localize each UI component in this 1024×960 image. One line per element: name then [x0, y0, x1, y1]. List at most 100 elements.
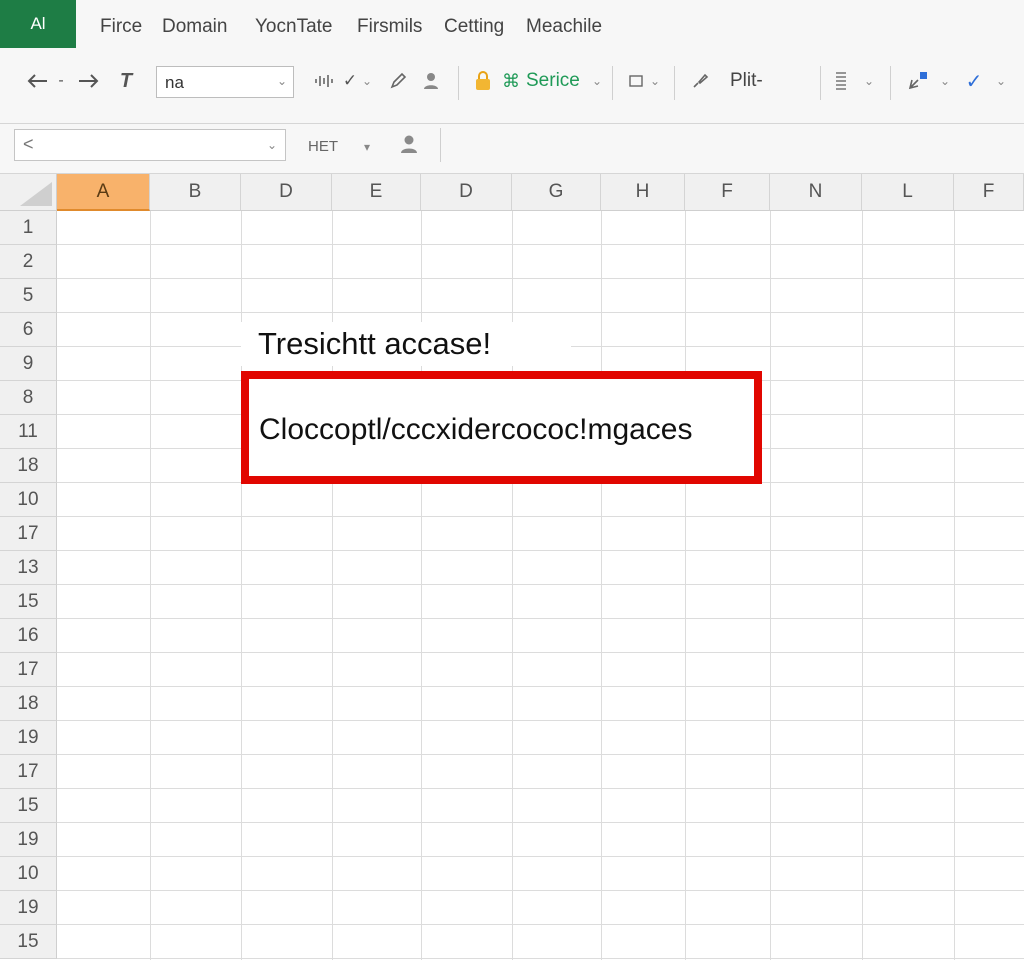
- grid-row-line: [57, 856, 1024, 857]
- grid-row-line: [57, 686, 1024, 687]
- row-header[interactable]: 15: [0, 925, 57, 959]
- row-header[interactable]: 13: [0, 551, 57, 585]
- function-label[interactable]: HET: [308, 138, 338, 155]
- row-header[interactable]: 5: [0, 279, 57, 313]
- filter-icon[interactable]: [830, 68, 852, 94]
- plit-dropdown-label[interactable]: Plit-: [730, 70, 763, 92]
- share-link-icon[interactable]: [904, 68, 932, 94]
- column-header[interactable]: A: [57, 174, 150, 211]
- chevron-down-icon[interactable]: ⌄: [590, 68, 604, 94]
- grid-row-line: [57, 312, 1024, 313]
- row-header[interactable]: 17: [0, 755, 57, 789]
- column-header[interactable]: D: [241, 174, 332, 211]
- app-logo[interactable]: Al: [0, 0, 76, 48]
- waveform-icon[interactable]: [312, 68, 338, 94]
- select-all-corner[interactable]: [0, 174, 57, 211]
- row-header[interactable]: 10: [0, 857, 57, 891]
- row-header[interactable]: 18: [0, 449, 57, 483]
- grid-row-line: [57, 788, 1024, 789]
- menu-item-firsmils[interactable]: Firsmils: [357, 16, 422, 38]
- checkmark-icon[interactable]: ✓: [962, 68, 986, 94]
- column-header[interactable]: H: [601, 174, 685, 211]
- column-header[interactable]: D: [421, 174, 512, 211]
- name-box[interactable]: < ⌄: [14, 129, 286, 161]
- grid-row-line: [57, 720, 1024, 721]
- chevron-down-icon[interactable]: ▾: [364, 140, 370, 154]
- grid-row-line: [57, 618, 1024, 619]
- brush-icon[interactable]: [688, 68, 712, 94]
- user-icon[interactable]: [420, 68, 442, 94]
- row-header[interactable]: 19: [0, 721, 57, 755]
- menu-item-firce[interactable]: Firce: [100, 16, 142, 38]
- row-header[interactable]: 1: [0, 211, 57, 245]
- column-header[interactable]: N: [770, 174, 862, 211]
- app-logo-label: Al: [30, 14, 46, 33]
- row-header[interactable]: 8: [0, 381, 57, 415]
- check-icon[interactable]: ✓: [340, 68, 360, 94]
- grid-column-line: [601, 211, 602, 960]
- grid-row-line: [57, 754, 1024, 755]
- cell-style-icon[interactable]: ⌘: [500, 68, 522, 94]
- chevron-down-icon[interactable]: ⌄: [648, 68, 662, 94]
- row-header[interactable]: 15: [0, 585, 57, 619]
- chevron-down-icon[interactable]: ⌄: [360, 68, 374, 94]
- grid-row-line: [57, 652, 1024, 653]
- row-header[interactable]: 2: [0, 245, 57, 279]
- grid-row-line: [57, 584, 1024, 585]
- menu-bar: Al Firce Domain YocnTate Firsmils Cettin…: [0, 0, 1024, 56]
- column-header[interactable]: F: [685, 174, 770, 211]
- grid-row-line: [57, 516, 1024, 517]
- grid-row-line: [57, 244, 1024, 245]
- grid-column-line: [862, 211, 863, 960]
- row-header[interactable]: 17: [0, 653, 57, 687]
- chevron-down-icon[interactable]: ⌄: [862, 68, 876, 94]
- grid-row-line: [57, 958, 1024, 959]
- menu-item-domain[interactable]: Domain: [162, 16, 227, 38]
- row-header[interactable]: 15: [0, 789, 57, 823]
- font-select[interactable]: na ⌄: [156, 66, 294, 98]
- column-header[interactable]: G: [512, 174, 601, 211]
- menu-item-yocntate[interactable]: YocnTate: [255, 16, 332, 38]
- back-arrow-icon[interactable]: [22, 68, 52, 94]
- name-box-value: <: [23, 134, 34, 154]
- menu-item-meachile[interactable]: Meachile: [526, 16, 602, 38]
- pen-icon[interactable]: [386, 68, 410, 94]
- chevron-down-icon: ⌄: [266, 138, 277, 152]
- grid-row-line: [57, 822, 1024, 823]
- column-header[interactable]: F: [954, 174, 1024, 211]
- row-header[interactable]: 19: [0, 891, 57, 925]
- row-header[interactable]: 6: [0, 313, 57, 347]
- grid-row-line: [57, 550, 1024, 551]
- row-header[interactable]: 11: [0, 415, 57, 449]
- row-header[interactable]: 10: [0, 483, 57, 517]
- user-icon[interactable]: [400, 134, 418, 159]
- highlighted-callout-box: Cloccoptl/cccxidercococ!mgaces: [241, 371, 762, 484]
- spreadsheet-grid[interactable]: A B D E D G H F N L F 1 2 5 6 9 8 11 18 10 17 13 15 16 17 18 19 17 1…: [0, 174, 1024, 960]
- style-dropdown-label[interactable]: Serice: [526, 70, 580, 92]
- italic-icon[interactable]: T: [114, 68, 138, 94]
- forward-arrow-icon[interactable]: [74, 68, 104, 94]
- column-header[interactable]: E: [332, 174, 421, 211]
- border-icon[interactable]: [626, 68, 646, 94]
- grid-column-line: [685, 211, 686, 960]
- column-header[interactable]: B: [150, 174, 241, 211]
- grid-column-line: [150, 211, 151, 960]
- menu-item-cetting[interactable]: Cetting: [444, 16, 504, 38]
- chevron-down-icon[interactable]: ⌄: [938, 68, 952, 94]
- column-header[interactable]: L: [862, 174, 954, 211]
- ribbon-toolbar: - T na ⌄ ✓ ⌄ ⌘ Serice ⌄ ⌄ Plit- ⌄ ⌄ ✓ ⌄: [0, 56, 1024, 124]
- row-header[interactable]: 17: [0, 517, 57, 551]
- dash-separator-icon: -: [58, 72, 64, 89]
- lock-icon[interactable]: [472, 68, 494, 94]
- chevron-down-icon: ⌄: [276, 74, 287, 88]
- row-header[interactable]: 19: [0, 823, 57, 857]
- formula-bar: < ⌄ HET ▾: [0, 124, 1024, 174]
- row-header[interactable]: 16: [0, 619, 57, 653]
- row-header[interactable]: 9: [0, 347, 57, 381]
- overlay-title: Tresichtt accase!: [241, 322, 571, 366]
- font-select-value: na: [165, 73, 184, 92]
- grid-column-line: [770, 211, 771, 960]
- chevron-down-icon[interactable]: ⌄: [994, 68, 1008, 94]
- row-header[interactable]: 18: [0, 687, 57, 721]
- grid-row-line: [57, 890, 1024, 891]
